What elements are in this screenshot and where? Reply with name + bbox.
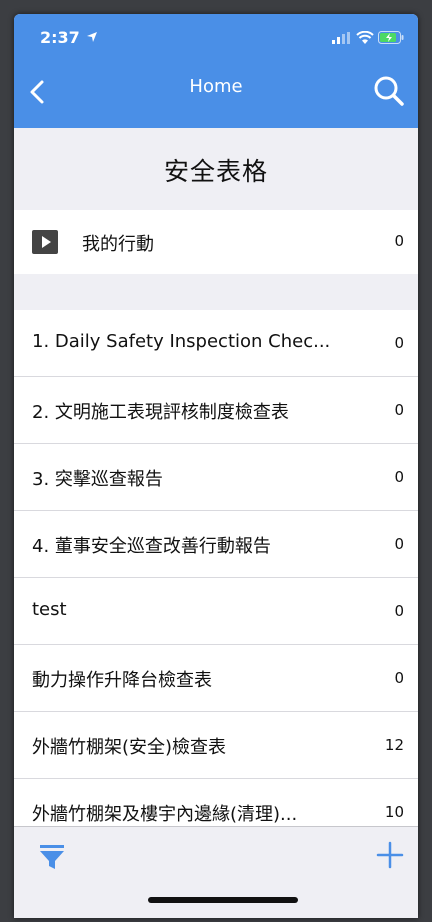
filter-icon (40, 845, 64, 869)
my-actions-row[interactable]: 我的行動 0 (14, 210, 418, 274)
battery-charging-icon (378, 31, 404, 44)
navigation-bar: Home (14, 60, 418, 128)
search-button[interactable] (368, 70, 412, 114)
form-label: 2. 文明施工表現評核制度檢查表 (32, 402, 289, 423)
form-label: 4. 董事安全巡查改善行動報告 (32, 536, 271, 557)
form-count: 0 (394, 535, 404, 553)
form-row[interactable]: 1. Daily Safety Inspection Chec... 0 (14, 310, 418, 377)
status-bar: 2:37 (14, 14, 418, 60)
form-row[interactable]: test 0 (14, 578, 418, 645)
form-count: 10 (384, 803, 404, 821)
form-count: 0 (394, 334, 404, 352)
home-indicator[interactable] (148, 897, 298, 903)
form-label: 1. Daily Safety Inspection Chec... (32, 331, 331, 352)
play-icon (32, 230, 58, 254)
form-label: 動力操作升降台檢查表 (32, 670, 212, 691)
form-count: 0 (394, 669, 404, 687)
my-actions-label: 我的行動 (82, 234, 154, 255)
form-count: 0 (394, 401, 404, 419)
form-row[interactable]: 動力操作升降台檢查表 0 (14, 645, 418, 712)
form-label: 3. 突擊巡查報告 (32, 469, 163, 490)
plus-icon (376, 841, 404, 869)
forms-list: 1. Daily Safety Inspection Chec... 0 2. … (14, 310, 418, 846)
my-actions-count: 0 (394, 232, 404, 250)
form-count: 0 (394, 602, 404, 620)
form-row[interactable]: 2. 文明施工表現評核制度檢查表 0 (14, 377, 418, 444)
form-count: 0 (394, 468, 404, 486)
page-title-bar: 安全表格 (14, 128, 418, 210)
wifi-icon (356, 31, 374, 44)
form-row[interactable]: 外牆竹棚架(安全)檢查表 12 (14, 712, 418, 779)
form-row[interactable]: 4. 董事安全巡查改善行動報告 0 (14, 511, 418, 578)
search-icon (374, 76, 404, 106)
location-arrow-icon (87, 32, 97, 42)
add-button[interactable] (372, 837, 408, 873)
page-title: 安全表格 (163, 157, 268, 186)
form-label: 外牆竹棚架及樓宇內邊緣(清理)... (32, 804, 298, 825)
form-label: 外牆竹棚架(安全)檢查表 (32, 737, 227, 758)
phone-screen: 2:37 Home 安全表格 我的行動 0 1. Daily Safety In… (14, 14, 418, 918)
section-gap (14, 274, 418, 310)
form-label: test (32, 599, 67, 620)
status-time: 2:37 (40, 28, 80, 47)
header: 2:37 Home (14, 14, 418, 128)
form-row[interactable]: 3. 突擊巡查報告 0 (14, 444, 418, 511)
filter-button[interactable] (36, 841, 68, 873)
bottom-toolbar (14, 826, 418, 918)
form-count: 12 (384, 736, 404, 754)
signal-icon (332, 32, 350, 44)
nav-title: Home (189, 76, 243, 97)
